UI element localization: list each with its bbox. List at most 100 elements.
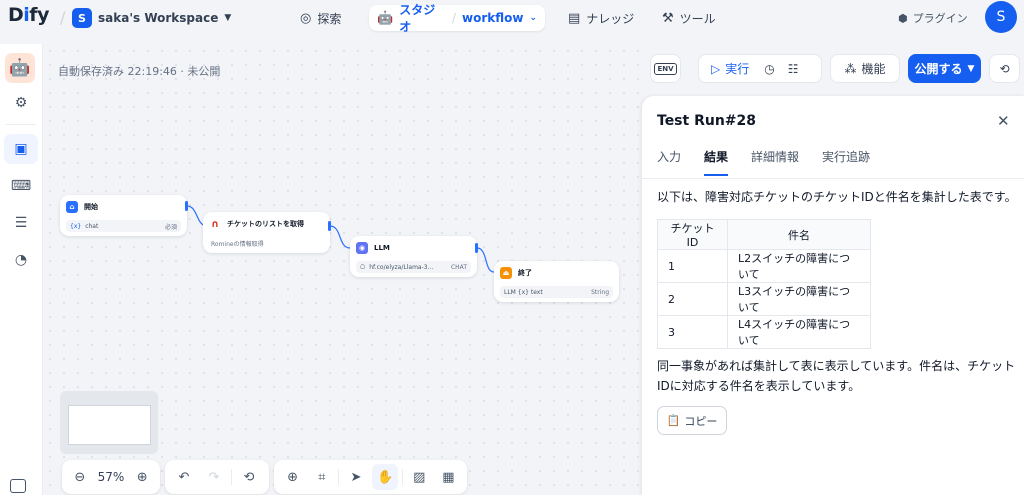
output-variable: LLM {x} text — [504, 288, 543, 296]
node-handle[interactable] — [185, 201, 188, 211]
canvas-tools: ⊕ ⌗ ➤ ✋ ▨ ▦ — [274, 460, 467, 494]
required-badge: 必須 — [164, 223, 177, 231]
divider: / — [451, 11, 456, 25]
terminal-icon[interactable]: ⌨ — [4, 171, 38, 201]
chevron-down-icon: ▼ — [967, 63, 975, 74]
model-name: hf.co/elyza/Llama-3... — [369, 263, 434, 271]
run-button-group: ▷ 実行 ◷ ☷ — [698, 54, 822, 83]
workspace-selector[interactable]: S saka's Workspace ▼ — [72, 6, 231, 30]
test-run-panel: Test Run#28 ✕ 入力 結果 詳細情報 実行追跡 以下は、障害対応チケ… — [642, 96, 1024, 495]
nav-knowledge[interactable]: ▤ ナレッジ — [560, 5, 642, 31]
settings-sliders-icon[interactable]: ⚙ — [4, 88, 38, 118]
node-title: チケットのリストを取得 — [227, 220, 304, 228]
copy-label: コピー — [684, 414, 718, 428]
plugins-button[interactable]: ⬢ プラグイン — [898, 10, 968, 26]
undo-icon[interactable]: ↶ — [171, 464, 197, 490]
node-model: ⎔ hf.co/elyza/Llama-3... CHAT — [356, 261, 471, 273]
version-history-button[interactable]: ⟲ — [989, 54, 1020, 83]
env-button[interactable]: ENV — [650, 54, 681, 83]
dify-logo[interactable]: Dify — [8, 4, 49, 26]
divider — [231, 469, 232, 485]
nav-studio-label: スタジオ — [399, 3, 436, 34]
logs-icon[interactable]: ☰ — [4, 208, 38, 238]
nav-tools-label: ツール — [679, 11, 716, 26]
hammer-icon: ⚒ — [662, 10, 674, 26]
export-image-icon[interactable]: ▨ — [407, 464, 432, 490]
orchestrate-icon[interactable]: ▣ — [4, 134, 38, 164]
redo-icon[interactable]: ↷ — [201, 464, 227, 490]
add-note-icon[interactable]: ⌗ — [309, 464, 334, 490]
user-avatar[interactable]: S — [985, 1, 1017, 33]
app-selector[interactable]: workflow — [462, 11, 523, 25]
pointer-icon[interactable]: ➤ — [343, 464, 368, 490]
node-title: LLM — [374, 244, 390, 252]
divider — [401, 469, 403, 485]
workspace-avatar: S — [72, 8, 92, 28]
divider — [642, 178, 1024, 179]
result-intro: 以下は、障害対応チケットのチケットIDと件名を集計した表です。 — [657, 190, 1017, 204]
tab-details[interactable]: 詳細情報 — [751, 148, 799, 170]
nav-explore-label: 探索 — [317, 11, 342, 26]
close-icon[interactable]: ✕ — [997, 112, 1010, 130]
node-handle[interactable] — [475, 243, 478, 253]
result-table: チケットID 件名 1 L2スイッチの障害について 2 L3スイッチの障害につい… — [657, 219, 871, 349]
table-cell: 3 — [657, 315, 728, 349]
features-label: 機能 — [861, 62, 886, 76]
zoom-out-icon[interactable]: ⊖ — [68, 464, 92, 490]
run-label[interactable]: 実行 — [725, 60, 749, 77]
node-end[interactable]: ⏏ 終了 LLM {x} text String — [494, 261, 619, 302]
node-start[interactable]: ⌂ 開始 {x} chat 必須 — [60, 195, 187, 236]
compass-icon: ◎ — [300, 10, 312, 26]
env-icon: ENV — [654, 62, 677, 75]
panel-tabs: 入力 結果 詳細情報 実行追跡 — [657, 148, 893, 176]
autosave-status: 自動保存済み 22:19:46 · 未公開 — [58, 65, 221, 78]
node-header: ⌂ 開始 — [66, 201, 98, 213]
minimap-viewport[interactable] — [68, 405, 151, 445]
table-row: 1 L2スイッチの障害について — [657, 249, 871, 283]
zoom-level[interactable]: 57% — [96, 470, 127, 484]
cube-icon: ⬢ — [898, 11, 908, 25]
chevron-down-icon: ⌄ — [529, 13, 537, 23]
tab-result[interactable]: 結果 — [704, 148, 729, 176]
run-history-icon[interactable]: ◷ — [764, 62, 774, 76]
table-header-row: チケットID 件名 — [657, 219, 871, 250]
nav-tools[interactable]: ⚒ ツール — [654, 5, 724, 31]
sidebar-toggle-icon[interactable] — [10, 479, 26, 493]
app-icon[interactable]: 🤖 — [5, 53, 35, 83]
monitor-icon[interactable]: ◔ — [4, 245, 38, 275]
model-icon: ⎔ — [360, 263, 366, 271]
features-button[interactable]: ⁂ 機能 — [830, 54, 900, 83]
hand-icon[interactable]: ✋ — [372, 464, 398, 490]
publish-button[interactable]: 公開する ▼ — [908, 54, 981, 83]
node-header: ⏏ 終了 — [500, 267, 532, 279]
node-header: ◉ LLM — [356, 242, 390, 254]
tab-tracing[interactable]: 実行追跡 — [822, 148, 870, 170]
copy-button[interactable]: 📋 コピー — [657, 406, 727, 435]
play-icon[interactable]: ▷ — [711, 62, 720, 76]
nav-studio[interactable]: 🤖 スタジオ / workflow ⌄ — [369, 3, 545, 34]
node-llm[interactable]: ◉ LLM ⎔ hf.co/elyza/Llama-3... CHAT — [350, 236, 477, 277]
book-icon: ▤ — [568, 10, 581, 26]
brain-icon: ◉ — [356, 242, 368, 254]
node-variable: {x} chat 必須 — [66, 220, 181, 232]
app-sidebar: 🤖 ⚙ ▣ ⌨ ☰ ◔ — [0, 44, 43, 495]
nav-explore[interactable]: ◎ 探索 — [292, 5, 349, 31]
divider — [6, 124, 36, 125]
organize-icon[interactable]: ▦ — [436, 464, 461, 490]
minimap[interactable] — [60, 391, 158, 454]
node-ticket-list[interactable]: ∩ チケットのリストを取得 Romineの情報取得 — [203, 212, 330, 253]
node-output: LLM {x} text String — [500, 286, 613, 298]
tab-input[interactable]: 入力 — [657, 148, 681, 170]
clipboard-icon: 📋 — [666, 414, 681, 427]
divider — [338, 469, 340, 485]
node-handle[interactable] — [328, 221, 331, 231]
zoom-in-icon[interactable]: ⊕ — [130, 464, 154, 490]
history-icon[interactable]: ⟲ — [236, 464, 262, 490]
add-node-icon[interactable]: ⊕ — [280, 464, 305, 490]
workspace-name: saka's Workspace — [98, 11, 219, 25]
publish-label: 公開する — [914, 62, 963, 76]
checklist-icon[interactable]: ☷ — [788, 62, 799, 76]
table-cell: L4スイッチの障害について — [727, 315, 871, 349]
mode-badge: CHAT — [450, 263, 467, 271]
divider: / — [60, 8, 66, 27]
